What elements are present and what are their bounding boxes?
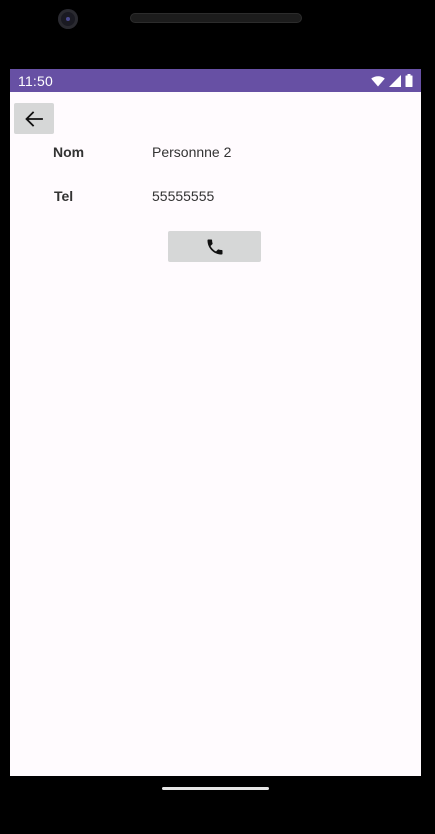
wifi-icon	[371, 75, 385, 86]
arrow-left-icon	[25, 110, 43, 127]
phone-frame: 11:50 Nom Personnne 2 Tel 55555555	[0, 0, 435, 834]
tel-label: Tel	[54, 188, 74, 204]
app-screen: 11:50 Nom Personnne 2 Tel 55555555	[10, 69, 421, 776]
home-indicator[interactable]	[162, 787, 269, 790]
front-camera	[58, 9, 78, 29]
battery-icon	[405, 74, 413, 87]
signal-icon	[389, 74, 401, 87]
earpiece-speaker	[130, 13, 302, 23]
back-button[interactable]	[14, 103, 54, 134]
status-icons	[371, 74, 413, 87]
name-label: Nom	[53, 144, 85, 160]
tel-value: 55555555	[152, 188, 215, 204]
name-value: Personnne 2	[152, 144, 232, 160]
call-button[interactable]	[168, 231, 261, 262]
phone-icon	[207, 239, 222, 254]
status-bar: 11:50	[10, 69, 421, 92]
status-time: 11:50	[18, 72, 53, 89]
